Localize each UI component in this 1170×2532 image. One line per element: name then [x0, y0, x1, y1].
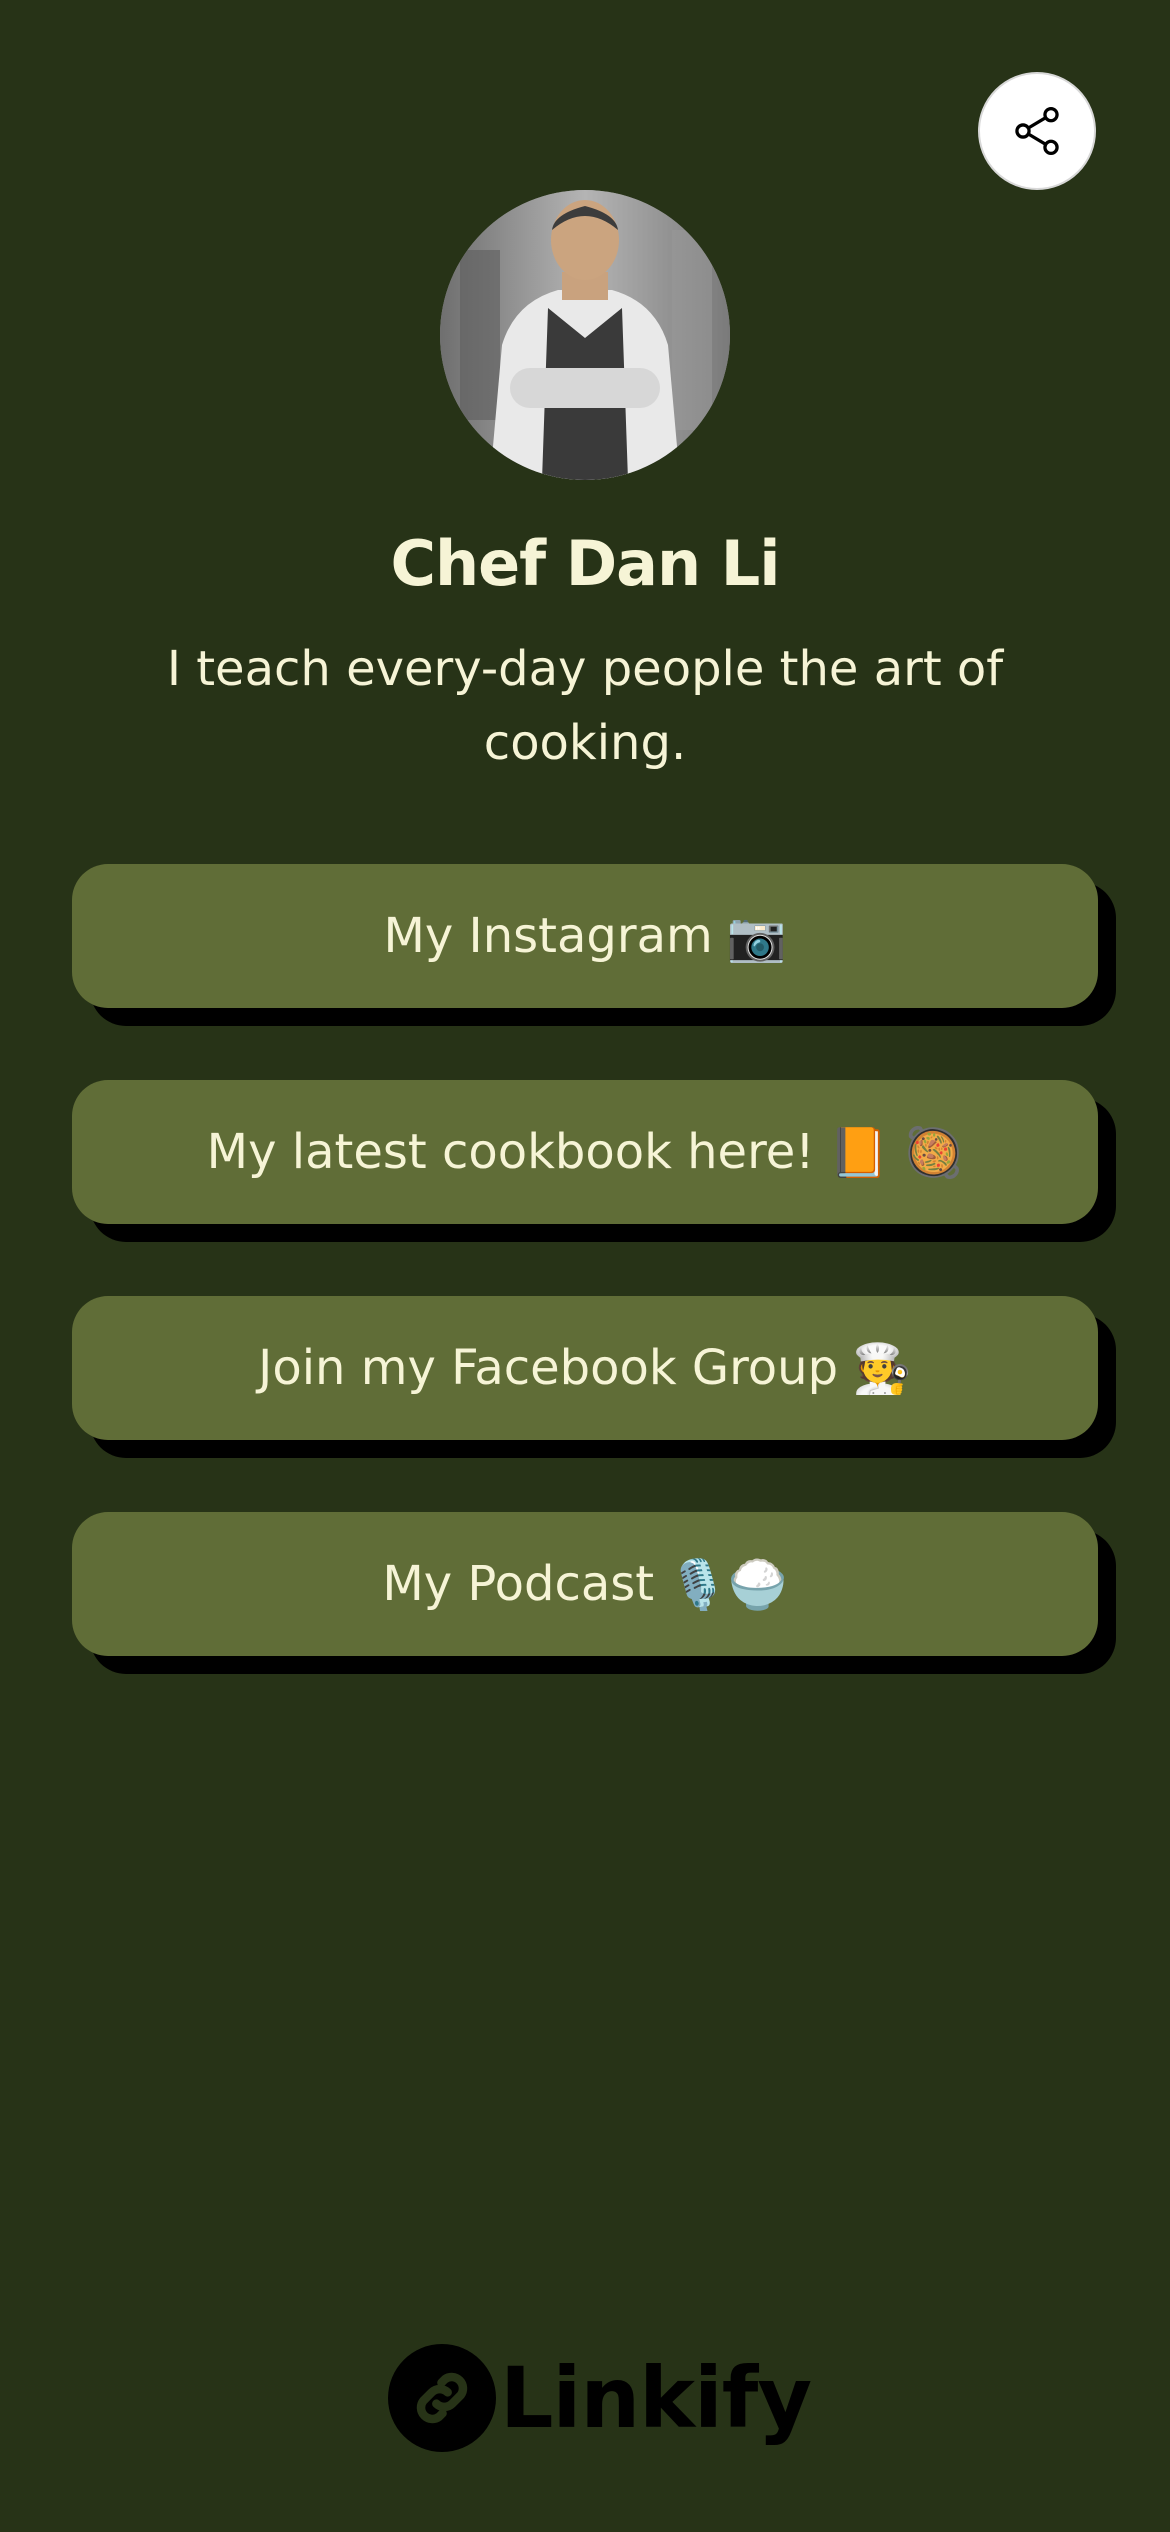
profile-name: Chef Dan Li	[390, 527, 780, 600]
cookbook-link-button[interactable]: My latest cookbook here! 📙 🥘	[72, 1080, 1098, 1224]
chef-icon: 🧑‍🍳	[852, 1340, 912, 1397]
podcast-link-button[interactable]: My Podcast 🎙️🍚	[72, 1512, 1098, 1656]
link-label: My latest cookbook here!	[206, 1124, 815, 1180]
profile-photo	[440, 190, 730, 480]
share-button[interactable]	[978, 72, 1096, 190]
avatar	[440, 190, 730, 480]
footer-logo[interactable]: Linkify	[388, 2340, 812, 2456]
share-icon	[1015, 106, 1059, 156]
instagram-link-button[interactable]: My Instagram 📷	[72, 864, 1098, 1008]
link-icon	[388, 2344, 496, 2452]
link-list: My Instagram 📷 My latest cookbook here! …	[72, 864, 1098, 1728]
link-label: My Instagram	[383, 908, 713, 964]
link-label: My Podcast	[382, 1556, 655, 1612]
microphone-icon: 🎙️🍚	[668, 1556, 788, 1613]
link-label: Join my Facebook Group	[258, 1340, 839, 1396]
brand-name: Linkify	[500, 2349, 812, 2447]
facebook-group-link-button[interactable]: Join my Facebook Group 🧑‍🍳	[72, 1296, 1098, 1440]
profile-bio: I teach every-day people the art of cook…	[166, 641, 1004, 771]
book-icon: 📙 🥘	[828, 1124, 964, 1181]
camera-icon: 📷	[726, 908, 787, 965]
